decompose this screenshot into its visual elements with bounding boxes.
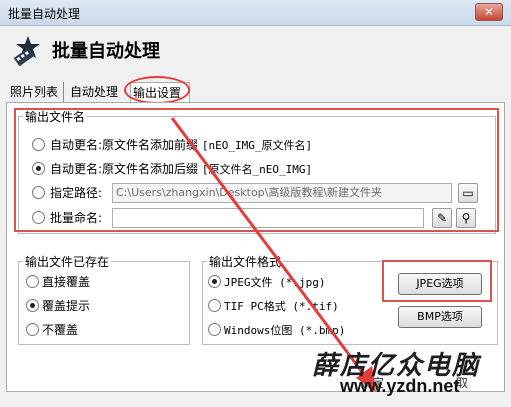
window-title: 批量自动处理 bbox=[8, 7, 81, 21]
overwrite-label[interactable]: 直接覆盖 bbox=[42, 273, 90, 290]
overwrite-prompt-radio[interactable] bbox=[26, 299, 39, 312]
film-star-icon bbox=[13, 36, 40, 66]
format-legend: 输出文件格式 bbox=[209, 255, 282, 269]
magnifier-icon: ⚲ bbox=[461, 211, 471, 225]
output-name-legend: 输出文件名 bbox=[25, 110, 86, 124]
browse-folder-button[interactable]: ▭ bbox=[458, 183, 478, 203]
search-pattern-button[interactable]: ⚲ bbox=[456, 208, 476, 228]
overwrite-prompt-label[interactable]: 覆盖提示 bbox=[42, 297, 90, 314]
tif-radio[interactable] bbox=[208, 299, 221, 312]
exists-legend: 输出文件已存在 bbox=[25, 255, 110, 269]
suffix-radio[interactable] bbox=[32, 162, 45, 175]
no-overwrite-radio[interactable] bbox=[26, 323, 39, 336]
pencil-icon: ✎ bbox=[436, 211, 448, 225]
tab-highlight-circle bbox=[124, 76, 190, 104]
close-icon: ✕ bbox=[483, 5, 495, 19]
path-input[interactable]: C:\Users\zhangxin\Desktop\高级版教程\新建文件夹 bbox=[112, 183, 452, 203]
prefix-label[interactable]: 自动更名:原文件名添加前缀 [nEO_IMG_原文件名] bbox=[50, 136, 312, 153]
tif-label[interactable]: TIF PC格式 (*.tif) bbox=[224, 298, 339, 314]
prefix-example: [nEO_IMG_原文件名] bbox=[201, 139, 313, 152]
prefix-radio[interactable] bbox=[32, 138, 45, 151]
title-bar: 批量自动处理 ✕ bbox=[0, 0, 511, 26]
jpeg-options-button[interactable]: JPEG选项 bbox=[398, 273, 482, 295]
suffix-example: [原文件名_nEO_IMG] bbox=[201, 163, 313, 176]
close-button[interactable]: ✕ bbox=[475, 3, 503, 21]
bmp-label[interactable]: Windows位图 (*.bmp) bbox=[224, 322, 345, 338]
tab-auto-process[interactable]: 自动处理 bbox=[68, 82, 126, 102]
folder-open-icon: ▭ bbox=[462, 186, 474, 200]
prefix-label-text: 自动更名:原文件名添加前缀 bbox=[50, 138, 199, 152]
batch-label[interactable]: 批量命名: bbox=[50, 209, 102, 226]
jpeg-radio[interactable] bbox=[208, 275, 221, 288]
suffix-label[interactable]: 自动更名:原文件名添加后缀 [原文件名_nEO_IMG] bbox=[50, 160, 312, 177]
bmp-options-button[interactable]: BMP选项 bbox=[398, 306, 482, 328]
jpeg-label[interactable]: JPEG文件 (*.jpg) bbox=[224, 274, 325, 290]
path-label[interactable]: 指定路径: bbox=[50, 184, 102, 201]
header-title: 批量自动处理 bbox=[52, 41, 160, 62]
suffix-label-text: 自动更名:原文件名添加后缀 bbox=[50, 162, 199, 176]
bmp-radio[interactable] bbox=[208, 323, 221, 336]
batch-radio[interactable] bbox=[32, 211, 45, 224]
batch-name-input[interactable] bbox=[112, 208, 424, 228]
tab-photo-list[interactable]: 照片列表 bbox=[8, 82, 64, 102]
no-overwrite-label[interactable]: 不覆盖 bbox=[42, 321, 78, 338]
path-radio[interactable] bbox=[32, 186, 45, 199]
edit-pattern-button[interactable]: ✎ bbox=[432, 208, 452, 228]
watermark-url: www.yzdn.net bbox=[340, 376, 460, 396]
overwrite-radio[interactable] bbox=[26, 275, 39, 288]
